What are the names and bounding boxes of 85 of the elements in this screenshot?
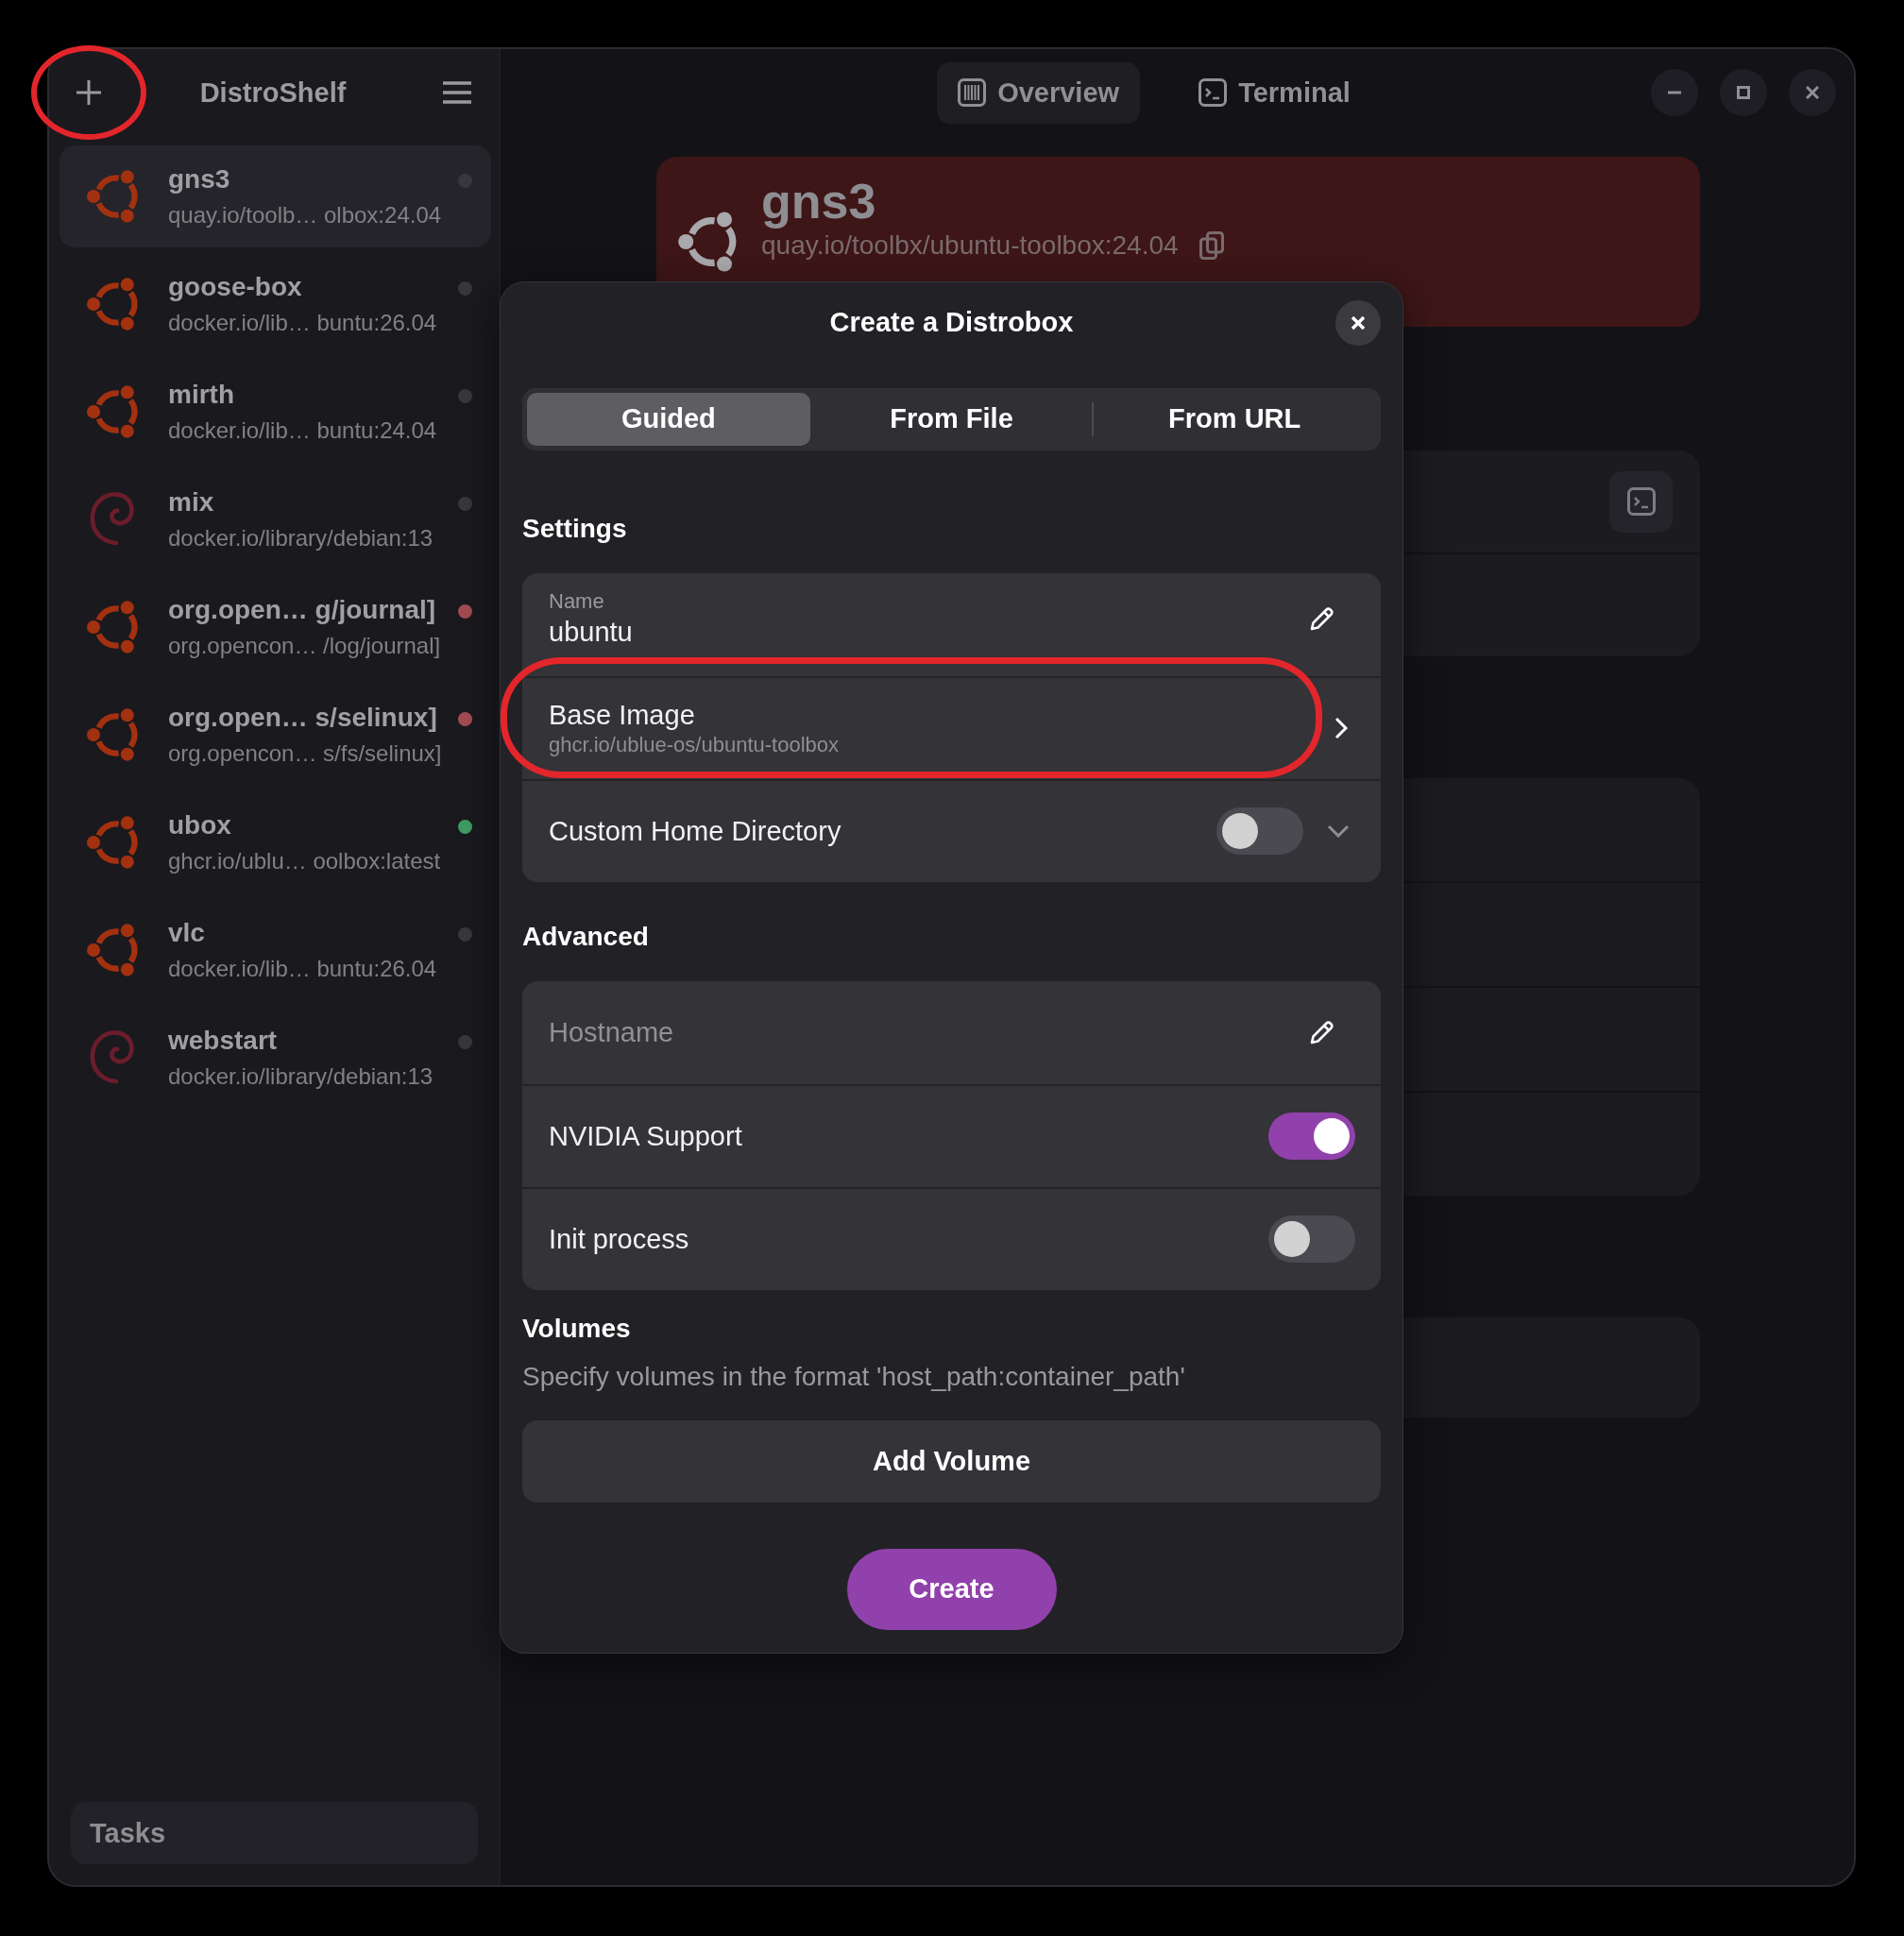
container-name: org.open… s/selinux] bbox=[168, 702, 438, 734]
sidebar-item[interactable]: org.open… s/selinux] org.opencon… s/fs/selinux] bbox=[60, 684, 491, 786]
sidebar-item[interactable]: goose-box docker.io/lib… buntu:26.04 bbox=[60, 253, 491, 355]
container-name: webstart bbox=[168, 1025, 279, 1057]
row-subtitle: ghcr.io/ublue-os/ubuntu-toolbox bbox=[549, 732, 839, 758]
field-label: Name bbox=[549, 588, 604, 615]
add-volume-button[interactable]: Add Volume bbox=[522, 1419, 1381, 1503]
plus-icon bbox=[76, 79, 102, 106]
container-image: docker.io/library/debian:13 bbox=[168, 1062, 434, 1091]
row-title: NVIDIA Support bbox=[549, 1120, 743, 1153]
row-title: Init process bbox=[549, 1223, 690, 1256]
maximize-icon bbox=[1737, 86, 1750, 99]
sidebar-item[interactable]: org.open… g/journal] org.opencon… /log/journal] bbox=[60, 576, 491, 678]
description-text: Specify volumes in the format 'host_path:container_path' bbox=[522, 1360, 1186, 1393]
toggle-switch[interactable] bbox=[1216, 807, 1303, 855]
container-name: goose-box bbox=[168, 271, 303, 303]
container-name: ubox bbox=[168, 809, 232, 841]
toggle-switch[interactable] bbox=[1268, 1112, 1355, 1160]
view-tab[interactable]: Terminal bbox=[1178, 61, 1371, 124]
container-image: quay.io/toolb… olbox:24.04 bbox=[168, 201, 443, 229]
container-image: ghcr.io/ublu… oolbox:latest bbox=[168, 847, 442, 875]
row-title: Base Image bbox=[549, 699, 695, 732]
entry-field[interactable]: Hostname bbox=[522, 980, 1381, 1084]
mode-tab[interactable]: From URL bbox=[1093, 392, 1376, 446]
section-heading: Volumes bbox=[522, 1312, 632, 1345]
mode-tab[interactable]: Guided bbox=[527, 392, 810, 446]
container-image: docker.io/lib… buntu:26.04 bbox=[168, 309, 438, 337]
maximize-button[interactable] bbox=[1720, 69, 1767, 116]
close-button[interactable] bbox=[1335, 299, 1381, 346]
container-image: docker.io/lib… buntu:24.04 bbox=[168, 416, 438, 445]
sidebar-item[interactable]: gns3 quay.io/toolb… olbox:24.04 bbox=[60, 145, 491, 247]
close-button[interactable] bbox=[1789, 69, 1836, 116]
minimize-button[interactable] bbox=[1651, 69, 1698, 116]
ubuntu-logo-icon bbox=[87, 815, 138, 870]
dialog-title: Create a Distrobox bbox=[829, 307, 1074, 338]
mode-tab[interactable]: From File bbox=[809, 392, 1094, 446]
container-name: vlc bbox=[168, 917, 206, 949]
expander-row[interactable]: Custom Home Directory bbox=[522, 778, 1381, 882]
chooser-row[interactable]: Base Image ghcr.io/ublue-os/ubuntu-toolbox bbox=[522, 675, 1381, 779]
ubuntu-logo-icon bbox=[87, 600, 138, 654]
ubuntu-logo-icon bbox=[87, 277, 138, 331]
copy-icon bbox=[1198, 231, 1224, 260]
sidebar-item[interactable]: mix docker.io/library/debian:13 bbox=[60, 468, 491, 570]
container-name: mix bbox=[168, 486, 215, 518]
pencil-icon bbox=[1309, 605, 1335, 632]
container-name: gns3 bbox=[168, 163, 231, 195]
entry-field[interactable]: Name ubuntu bbox=[522, 572, 1381, 676]
container-image: docker.io/lib… buntu:26.04 bbox=[168, 955, 438, 983]
toggle-switch[interactable] bbox=[1268, 1215, 1355, 1263]
text-input[interactable]: Hostname bbox=[549, 1015, 1309, 1049]
container-image: quay.io/toolbx/ubuntu-toolbox:24.04 bbox=[761, 229, 1179, 262]
container-image: docker.io/library/debian:13 bbox=[168, 524, 434, 552]
container-title: gns3 bbox=[761, 173, 877, 229]
minimize-icon bbox=[1668, 91, 1681, 94]
section-heading: Settings bbox=[522, 512, 628, 545]
container-name: mirth bbox=[168, 379, 235, 411]
ubuntu-logo-icon bbox=[87, 384, 138, 439]
sidebar-item[interactable]: mirth docker.io/lib… buntu:24.04 bbox=[60, 361, 491, 463]
sidebar-item[interactable]: ubox ghcr.io/ublu… oolbox:latest bbox=[60, 791, 491, 893]
terminal-icon bbox=[1198, 78, 1228, 107]
close-icon bbox=[1351, 314, 1366, 331]
ubuntu-logo-icon bbox=[87, 923, 138, 977]
row-title: Custom Home Directory bbox=[549, 815, 842, 848]
container-name: org.open… g/journal] bbox=[168, 594, 437, 626]
ubuntu-logo-icon bbox=[87, 169, 138, 224]
container-image: org.opencon… s/fs/selinux] bbox=[168, 739, 443, 768]
container-image: org.opencon… /log/journal] bbox=[168, 632, 442, 660]
create-button[interactable]: Create bbox=[846, 1548, 1057, 1630]
section-heading: Advanced bbox=[522, 920, 650, 953]
close-icon bbox=[1806, 86, 1819, 99]
menu-icon bbox=[443, 81, 471, 104]
app-title: DistroShelf bbox=[198, 76, 348, 109]
tasks-button[interactable]: Tasks bbox=[71, 1802, 478, 1864]
chevron-right-icon bbox=[1334, 717, 1348, 739]
copy-button[interactable] bbox=[1198, 231, 1224, 260]
pencil-icon bbox=[1309, 1019, 1335, 1045]
sidebar-item[interactable]: webstart docker.io/library/debian:13 bbox=[60, 1007, 491, 1109]
ubuntu-logo-icon bbox=[678, 212, 737, 272]
text-input[interactable]: ubuntu bbox=[549, 615, 1309, 649]
terminal-button[interactable] bbox=[1609, 470, 1673, 533]
terminal-icon bbox=[1626, 487, 1656, 516]
sidebar-item[interactable]: vlc docker.io/lib… buntu:26.04 bbox=[60, 899, 491, 1001]
ubuntu-logo-icon bbox=[87, 707, 138, 762]
view-tab[interactable]: Overview bbox=[937, 61, 1141, 124]
columns-icon bbox=[958, 78, 987, 107]
